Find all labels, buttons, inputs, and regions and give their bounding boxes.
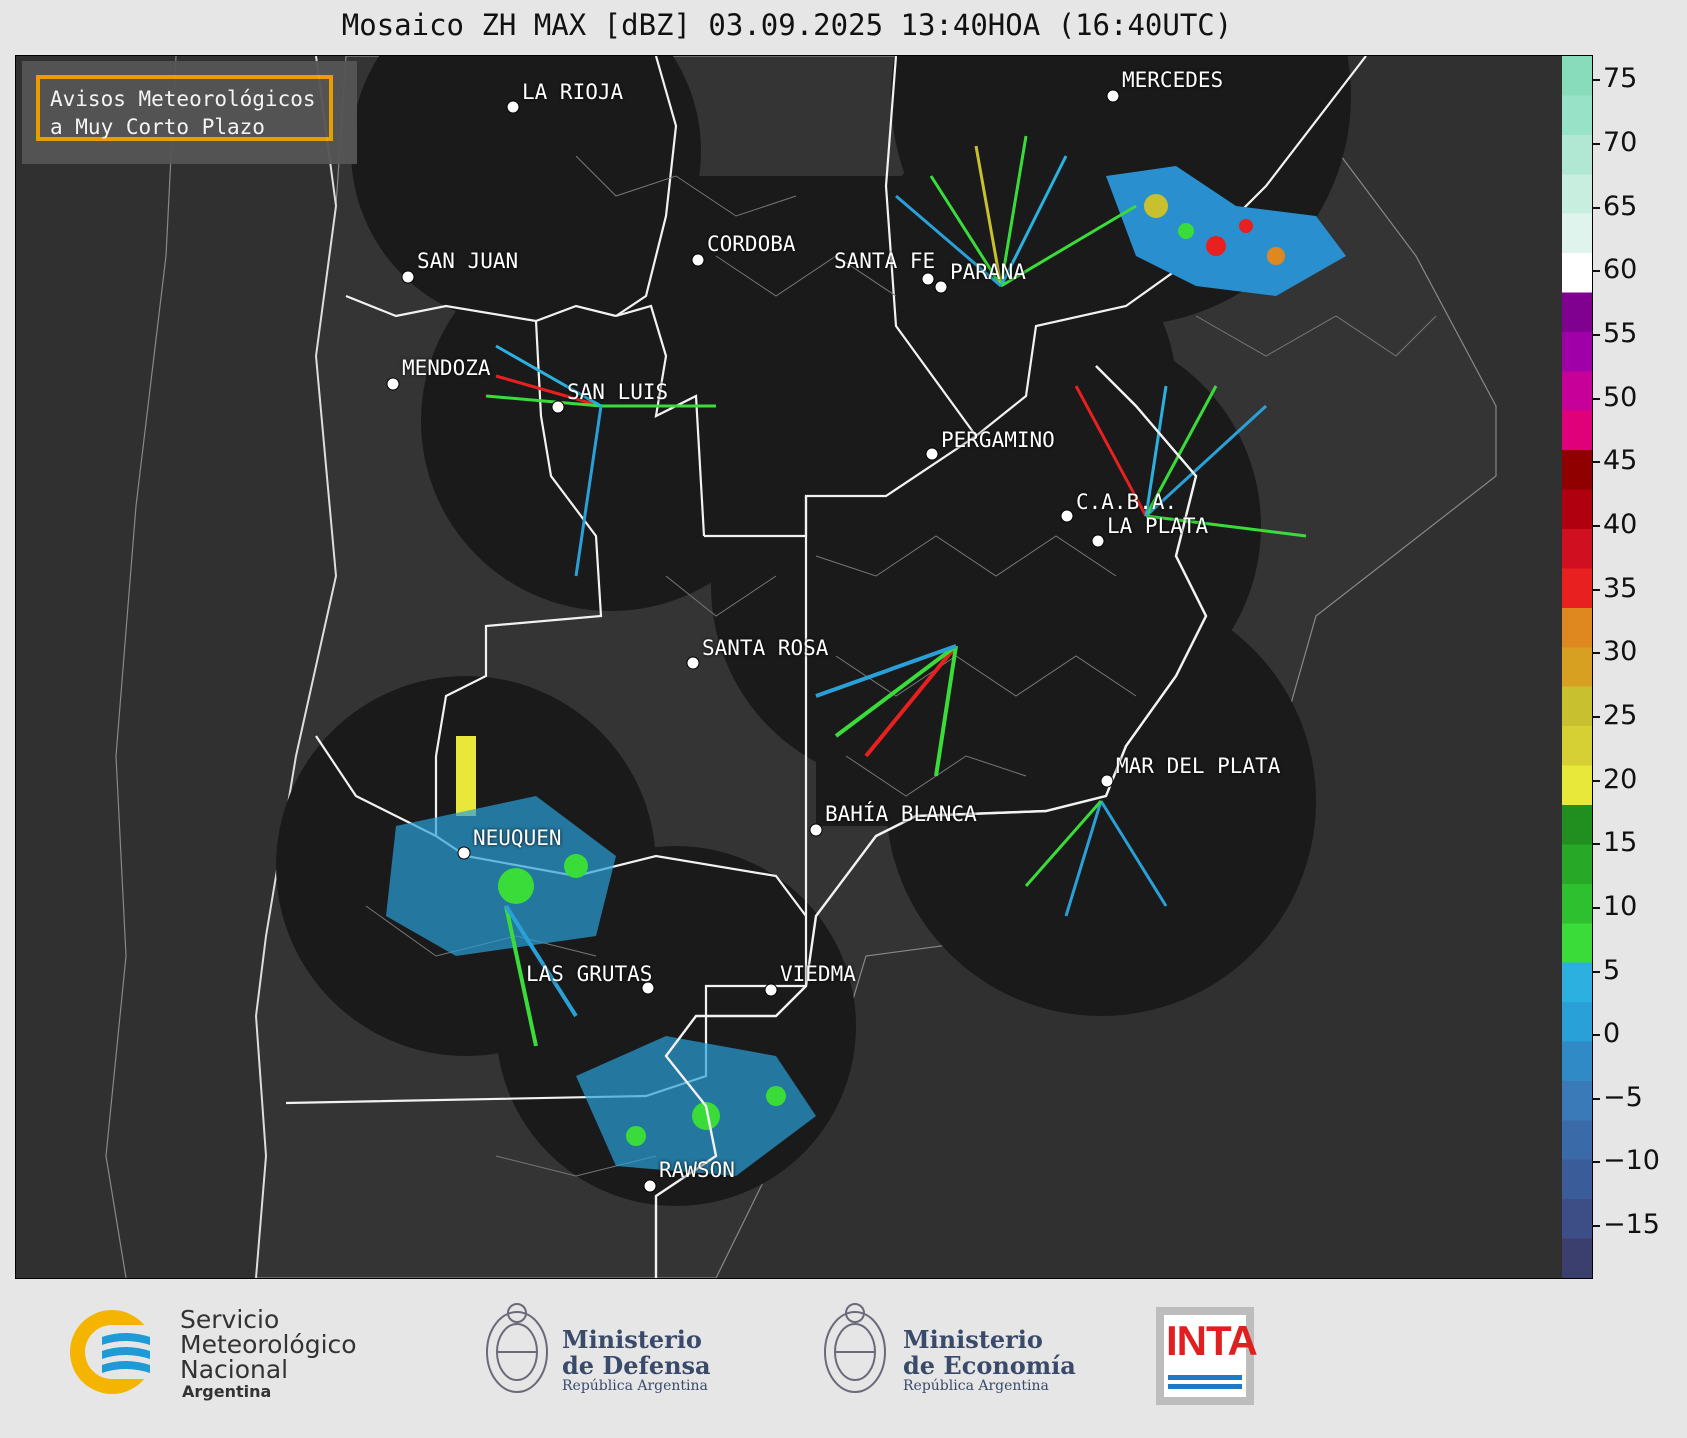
colorbar-tick-mark — [1592, 1097, 1600, 1100]
aviso-panel: Avisos Meteorológicos a Muy Corto Plazo — [22, 61, 357, 164]
defensa-line-1: Ministerio — [562, 1325, 702, 1354]
colorbar — [1562, 55, 1593, 1279]
aviso-box: Avisos Meteorológicos a Muy Corto Plazo — [36, 75, 333, 141]
economia-line-1: Ministerio — [903, 1325, 1043, 1354]
colorbar-tick-mark — [1592, 143, 1600, 146]
colorbar-tick-mark — [1592, 906, 1600, 909]
colorbar-tick-label: −5 — [1603, 1081, 1643, 1113]
city-label-caba: C.A.B.A. — [1076, 490, 1178, 514]
escudo-economia-icon — [824, 1303, 886, 1393]
city-label-parana: PARANA — [950, 260, 1026, 284]
smn-line-3: Nacional — [180, 1355, 289, 1384]
colorbar-tick-mark — [1592, 1225, 1600, 1228]
colorbar-tick-label: −15 — [1603, 1209, 1660, 1241]
colorbar-tick-mark — [1592, 79, 1600, 82]
colorbar-tick-label: 35 — [1603, 572, 1638, 604]
inta-label: INTA — [1166, 1317, 1258, 1364]
smn-line-4: Argentina — [182, 1382, 272, 1401]
city-label-mercedes: MERCEDES — [1122, 68, 1224, 92]
city-label-viedma: VIEDMA — [780, 962, 856, 986]
colorbar-tick-label: 5 — [1603, 954, 1621, 986]
city-label-santa-rosa: SANTA ROSA — [702, 636, 829, 660]
colorbar-tick-label: 25 — [1603, 699, 1638, 731]
economia-line-3: República Argentina — [903, 1378, 1049, 1394]
colorbar-tick-mark — [1592, 970, 1600, 973]
city-label-santa-fe: SANTA FE — [834, 249, 936, 273]
city-label-cordoba: CORDOBA — [707, 232, 796, 256]
map-title: Mosaico ZH MAX [dBZ] 03.09.2025 13:40HOA… — [341, 8, 1233, 42]
colorbar-tick-mark — [1592, 715, 1600, 718]
colorbar-tick-mark — [1592, 652, 1600, 655]
colorbar-tick-mark — [1592, 524, 1600, 527]
colorbar-tick-label: 20 — [1603, 763, 1638, 795]
logo-footer: Servicio Meteorológico Nacional Argentin… — [0, 1285, 1687, 1438]
colorbar-tick-label: 50 — [1603, 381, 1638, 413]
colorbar-tick-label: 0 — [1603, 1018, 1621, 1050]
colorbar-tick-mark — [1592, 588, 1600, 591]
colorbar-tick-label: 65 — [1603, 190, 1638, 222]
city-label-mendoza: MENDOZA — [402, 356, 491, 380]
colorbar-tick-label: 70 — [1603, 127, 1638, 159]
colorbar-tick-label: 45 — [1603, 445, 1638, 477]
city-label-mar-del-plata: MAR DEL PLATA — [1116, 754, 1281, 778]
colorbar-tick-mark — [1592, 1034, 1600, 1037]
economia-line-2: de Economía — [903, 1351, 1076, 1380]
escudo-defensa-icon — [486, 1303, 548, 1393]
city-label-bahia-blanca: BAHÍA BLANCA — [825, 802, 977, 826]
colorbar-tick-mark — [1592, 779, 1600, 782]
colorbar-tick-mark — [1592, 461, 1600, 464]
pacific-coast — [105, 56, 177, 1278]
colorbar-tick-label: 30 — [1603, 636, 1638, 668]
aviso-line-2: a Muy Corto Plazo — [50, 115, 265, 139]
colorbar-tick-mark — [1592, 397, 1600, 400]
radar-map[interactable]: Avisos Meteorológicos a Muy Corto Plazo … — [15, 55, 1564, 1279]
city-label-rawson: RAWSON — [659, 1158, 735, 1182]
colorbar-tick-label: 55 — [1603, 318, 1638, 350]
city-label-san-juan: SAN JUAN — [417, 249, 519, 273]
city-label-la-rioja: LA RIOJA — [522, 80, 624, 104]
colorbar-tick-label: 15 — [1603, 827, 1638, 859]
colorbar-tick-label: 75 — [1603, 63, 1638, 95]
aviso-line-1: Avisos Meteorológicos — [50, 87, 316, 111]
colorbar-tick-label: 10 — [1603, 890, 1638, 922]
colorbar-tick-label: −10 — [1603, 1145, 1660, 1177]
city-label-pergamino: PERGAMINO — [941, 428, 1055, 452]
city-label-la-plata: LA PLATA — [1107, 514, 1209, 538]
smn-logo-icon — [70, 1310, 162, 1394]
colorbar-tick-mark — [1592, 270, 1600, 273]
colorbar-tick-mark — [1592, 843, 1600, 846]
colorbar-tick-label: 60 — [1603, 254, 1638, 286]
city-label-san-luis: SAN LUIS — [567, 380, 669, 404]
colorbar-tick-label: 40 — [1603, 508, 1638, 540]
defensa-line-2: de Defensa — [562, 1351, 711, 1380]
city-label-neuquen: NEUQUEN — [473, 826, 562, 850]
colorbar-tick-mark — [1592, 1161, 1600, 1164]
defensa-line-3: República Argentina — [562, 1378, 708, 1394]
colorbar-tick-mark — [1592, 206, 1600, 209]
city-label-las-grutas: LAS GRUTAS — [526, 962, 653, 986]
colorbar-tick-mark — [1592, 334, 1600, 337]
